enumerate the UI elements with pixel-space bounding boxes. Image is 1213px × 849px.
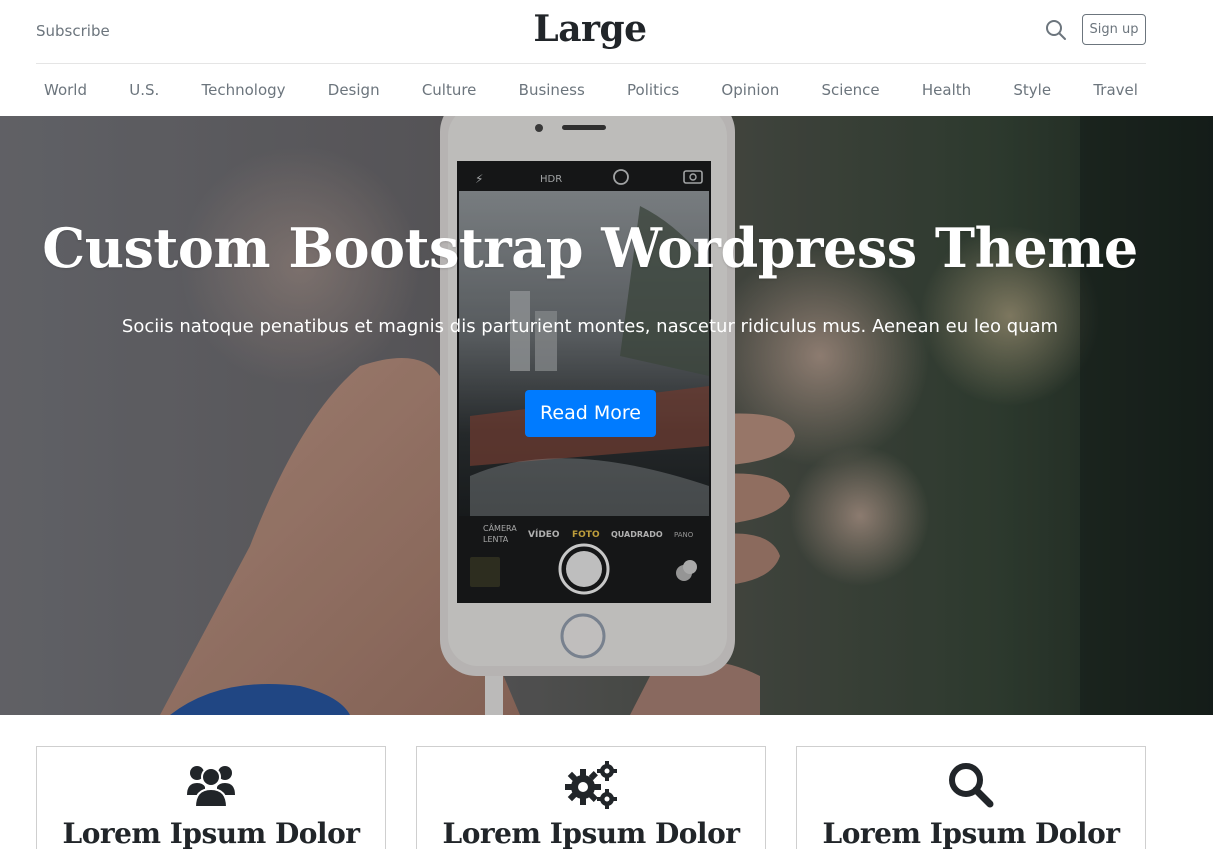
- feature-card-2: Lorem Ipsum Dolor: [416, 746, 766, 849]
- hero-banner: ⚡ HDR CÂMERA LENTA VÍDEO FOTO QUADRADO P…: [0, 116, 1213, 715]
- signup-button[interactable]: Sign up: [1082, 14, 1146, 45]
- nav-item-politics[interactable]: Politics: [627, 81, 679, 99]
- search-icon: [797, 761, 1145, 809]
- hero-lead-text: Sociis natoque penatibus et magnis dis p…: [121, 316, 1059, 337]
- nav-item-culture[interactable]: Culture: [422, 81, 477, 99]
- feature-card-1: Lorem Ipsum Dolor: [36, 746, 386, 849]
- nav-item-design[interactable]: Design: [328, 81, 380, 99]
- site-brand[interactable]: Large: [0, 8, 1180, 50]
- nav-item-health[interactable]: Health: [922, 81, 971, 99]
- search-icon[interactable]: [1044, 18, 1068, 42]
- nav-item-travel[interactable]: Travel: [1093, 81, 1138, 99]
- feature-title-2: Lorem Ipsum Dolor: [442, 817, 741, 849]
- feature-title-3: Lorem Ipsum Dolor: [822, 817, 1121, 849]
- feature-title-1: Lorem Ipsum Dolor: [62, 817, 361, 849]
- users-icon: [37, 761, 385, 809]
- site-header: Subscribe Large Sign up World U.S. Techn…: [0, 0, 1213, 116]
- nav-item-technology[interactable]: Technology: [202, 81, 286, 99]
- nav-item-us[interactable]: U.S.: [129, 81, 159, 99]
- nav-item-world[interactable]: World: [44, 81, 87, 99]
- category-nav: World U.S. Technology Design Culture Bus…: [36, 64, 1146, 116]
- nav-item-science[interactable]: Science: [822, 81, 880, 99]
- nav-item-opinion[interactable]: Opinion: [721, 81, 779, 99]
- nav-item-style[interactable]: Style: [1013, 81, 1051, 99]
- feature-card-3: Lorem Ipsum Dolor: [796, 746, 1146, 849]
- read-more-button[interactable]: Read More: [525, 390, 656, 437]
- hero-title: Custom Bootstrap Wordpress Theme: [42, 216, 1138, 280]
- nav-item-business[interactable]: Business: [519, 81, 585, 99]
- gears-icon: [417, 761, 765, 809]
